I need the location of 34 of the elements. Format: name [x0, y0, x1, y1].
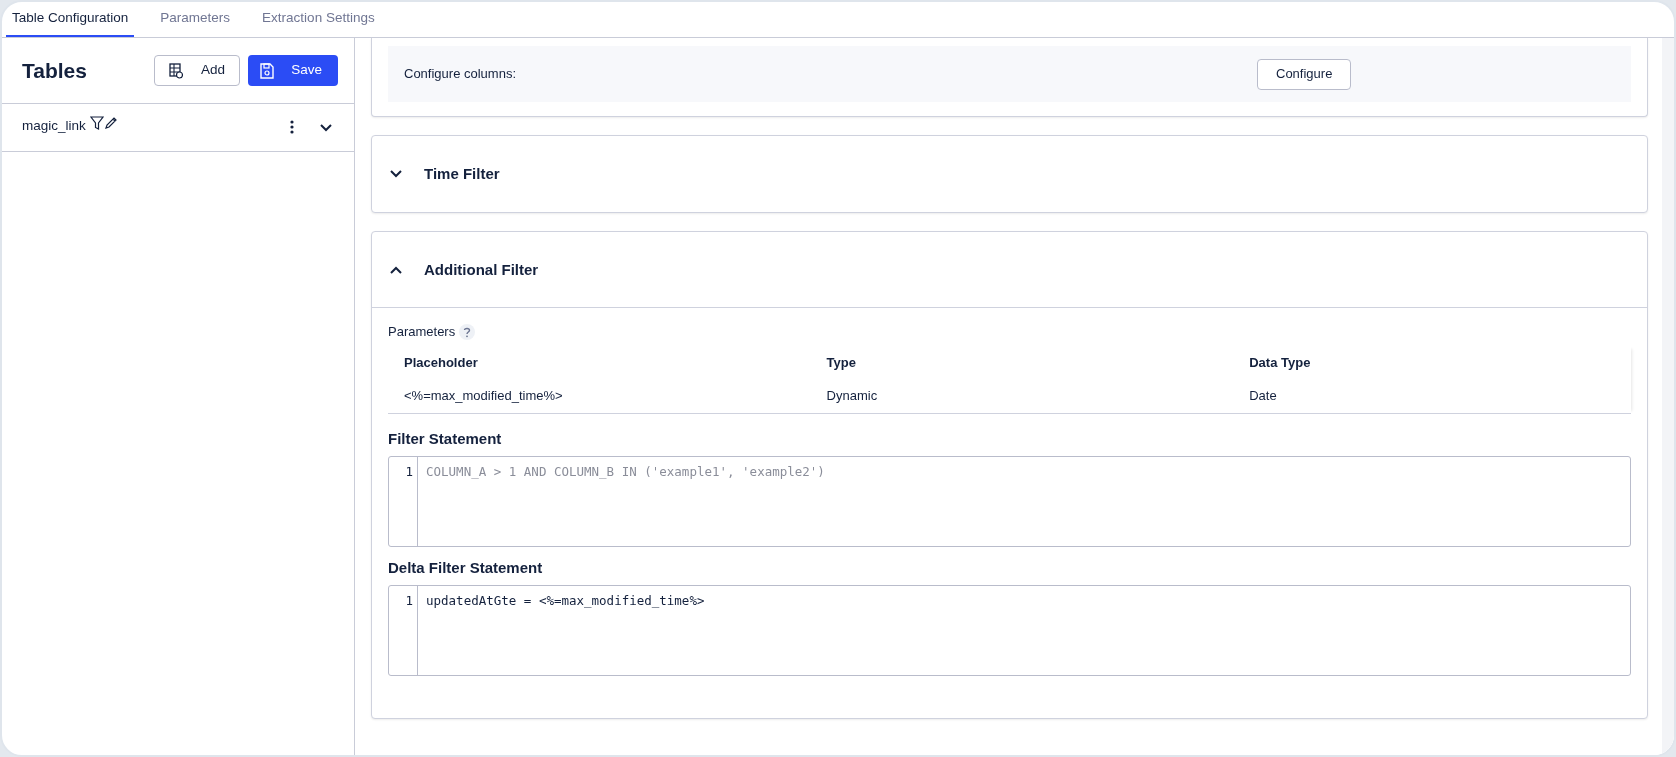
chevron-down-icon[interactable] [390, 170, 402, 178]
tab[interactable]: Table Configuration [6, 2, 135, 37]
tab[interactable]: Parameters [154, 2, 237, 37]
filter-icon [89, 116, 104, 130]
table-name[interactable]: magic_link [22, 116, 86, 137]
code-editor[interactable]: 1 COLUMN_A > 1 AND COLUMN_B IN ('example1', 'example2') [388, 455, 1631, 547]
tab[interactable]: Extraction Settings [256, 2, 381, 37]
help-icon[interactable] [459, 323, 476, 340]
statement-title: Filter Statement [388, 429, 503, 448]
filter-title: Time Filter [424, 165, 500, 183]
more-vertical-icon[interactable] [290, 120, 294, 134]
chevron-up-icon[interactable] [390, 265, 402, 274]
parameters-label: Parameters [388, 323, 456, 341]
code-editor[interactable]: 1 updatedAtGte = <%=max_modified_time%> [388, 584, 1631, 676]
line-number: 1 [389, 585, 418, 675]
chevron-down-icon[interactable] [320, 124, 332, 132]
code-placeholder: COLUMN_A > 1 AND COLUMN_B IN ('example1', 'example2') [425, 462, 826, 481]
code-line: updatedAtGte = <%=max_modified_time%> [425, 591, 706, 610]
configure-button[interactable]: Configure [1257, 58, 1352, 90]
table-cell: Date [1233, 379, 1631, 413]
table-cell: Dynamic [810, 379, 1234, 413]
table-cell: <%=max_modified_time%> [388, 379, 811, 413]
line-number: 1 [389, 456, 418, 546]
column-header: Type [810, 345, 1234, 379]
save-button[interactable]: Save [248, 55, 338, 86]
filter-title: Additional Filter [424, 260, 539, 279]
column-header: Placeholder [388, 345, 811, 379]
table-add-icon [169, 62, 183, 79]
statement-title: Delta Filter Statement [388, 558, 544, 577]
sidebar-title: Tables [22, 57, 88, 84]
add-button[interactable]: Add [154, 55, 240, 86]
column-header: Data Type [1233, 345, 1631, 379]
pencil-icon [103, 116, 118, 130]
configure-label: Configure columns: [404, 65, 517, 84]
